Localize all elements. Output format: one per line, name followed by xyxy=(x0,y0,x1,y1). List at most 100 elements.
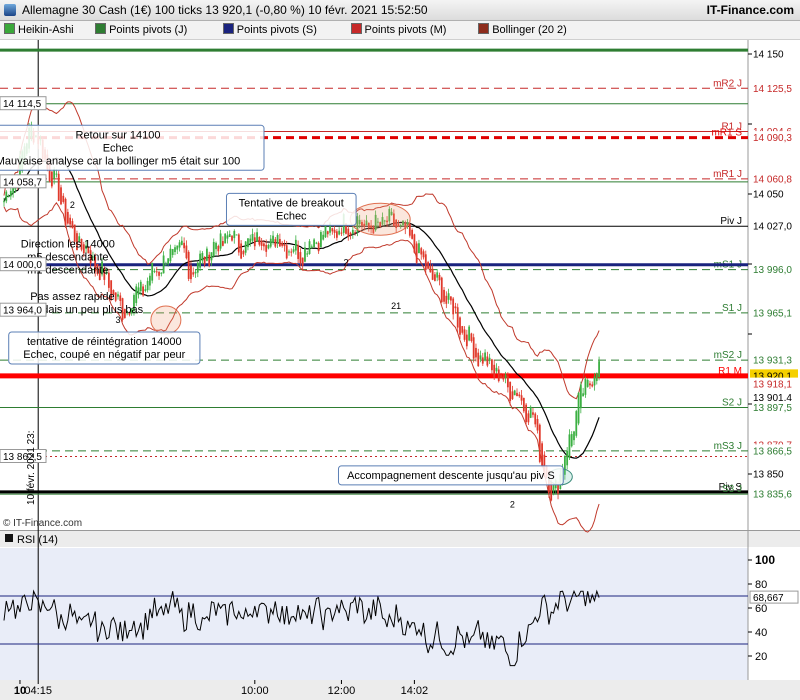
candle xyxy=(151,263,154,281)
candle xyxy=(516,392,518,397)
candle xyxy=(593,376,596,386)
candle xyxy=(265,244,268,252)
candle xyxy=(292,249,295,252)
candle xyxy=(577,392,580,424)
left-price-tag-text-0: 14 114,5 xyxy=(3,99,42,110)
candle xyxy=(153,270,156,272)
price-chart[interactable]: mR2 JR1 JmR1 SmR1 JPiv JmS1 JS1 JmS2 JR1… xyxy=(0,0,800,700)
candle xyxy=(598,361,600,377)
candle xyxy=(226,235,229,239)
candle xyxy=(317,242,320,252)
candle xyxy=(413,234,416,253)
candle xyxy=(228,234,231,237)
candle xyxy=(7,196,10,198)
price-tag-text-15: 13 866,5 xyxy=(753,446,792,457)
watermark-label: © IT-Finance.com xyxy=(3,518,82,529)
candle xyxy=(447,293,450,300)
candle xyxy=(436,272,439,278)
rsi-title: RSI (14) xyxy=(17,534,58,546)
candle xyxy=(536,418,539,431)
candle xyxy=(491,359,493,371)
candle xyxy=(440,277,443,303)
candle xyxy=(164,263,167,265)
candle xyxy=(64,198,67,226)
rsi-tick-label-1: 80 xyxy=(755,579,767,591)
signal-marker-0: 2 xyxy=(70,200,75,210)
candle xyxy=(249,238,252,243)
candle xyxy=(552,485,555,492)
candle xyxy=(210,252,213,261)
candle xyxy=(251,233,254,241)
candle xyxy=(146,280,149,291)
pivot-label-1: mR2 J xyxy=(713,78,742,89)
candle xyxy=(237,234,240,253)
candle xyxy=(137,287,140,295)
candle xyxy=(431,268,434,280)
candle xyxy=(589,383,591,386)
candle xyxy=(449,296,452,301)
pivot-label-5: mR1 J xyxy=(713,169,742,180)
price-tag-text-3: 14 090,3 xyxy=(753,133,792,144)
candle xyxy=(459,317,461,335)
candle xyxy=(591,384,594,387)
candle xyxy=(119,295,122,301)
candle xyxy=(142,286,144,296)
candle xyxy=(224,233,227,244)
candle xyxy=(294,239,297,251)
candle xyxy=(201,253,204,261)
candle xyxy=(422,251,425,258)
signal-marker-4: 2 xyxy=(510,500,515,510)
candle xyxy=(438,274,441,281)
annotation-text-2-0: Direction les 14000 xyxy=(21,239,115,251)
candle xyxy=(481,357,484,364)
annotation-text-5-0: Accompagnement descente jusqu'au piv S xyxy=(347,470,555,482)
rsi-tick-label-3: 40 xyxy=(755,627,767,639)
candle xyxy=(57,173,60,201)
time-label-1: 04:15 xyxy=(24,685,52,697)
candle xyxy=(322,234,325,240)
candle xyxy=(573,431,575,441)
candle xyxy=(306,253,309,255)
price-tag-text-7: 13 996,0 xyxy=(753,265,792,276)
candle xyxy=(272,235,274,243)
price-tag-text-11: 13 918,1 xyxy=(753,380,792,391)
candle xyxy=(511,391,514,400)
candle xyxy=(171,249,174,255)
candle xyxy=(418,243,420,254)
candle xyxy=(333,229,336,233)
rsi-value-text: 68,667 xyxy=(753,593,784,604)
time-label-3: 12:00 xyxy=(328,685,356,697)
candle xyxy=(351,229,354,234)
candle xyxy=(475,347,477,358)
candle xyxy=(579,384,582,409)
candle xyxy=(468,326,471,341)
candle xyxy=(522,398,525,412)
candle xyxy=(144,289,147,291)
candle xyxy=(155,271,158,273)
pivot-label-13: S2 J xyxy=(722,398,742,409)
candle xyxy=(185,245,188,259)
price-tag-text-13: 13 897,5 xyxy=(753,403,792,414)
candle xyxy=(338,230,341,235)
left-price-tag-text-3: 13 964,0 xyxy=(3,306,42,317)
candle xyxy=(456,307,459,328)
candle xyxy=(60,187,62,205)
rsi-header-bg xyxy=(0,531,800,547)
candle xyxy=(139,281,142,292)
candle xyxy=(568,434,571,459)
highlight-ellipse xyxy=(349,202,411,236)
annotation-text-4-0: tentative de réintégration 14000 xyxy=(27,336,182,348)
candle xyxy=(281,242,284,246)
price-tag-text-1: 14 125,5 xyxy=(753,84,792,95)
candle xyxy=(326,231,329,235)
rsi-tick-label-2: 60 xyxy=(755,603,767,615)
annotation-text-0-1: Echec xyxy=(103,142,134,154)
candle xyxy=(509,381,512,401)
candle xyxy=(575,411,578,436)
candle xyxy=(538,424,541,462)
candle xyxy=(411,229,414,239)
price-tag-text-18: 13 835,6 xyxy=(753,490,792,501)
pivot-label-7: Piv J xyxy=(720,216,742,227)
candle xyxy=(595,373,598,381)
pivot-label-11: mS2 J xyxy=(714,350,742,361)
